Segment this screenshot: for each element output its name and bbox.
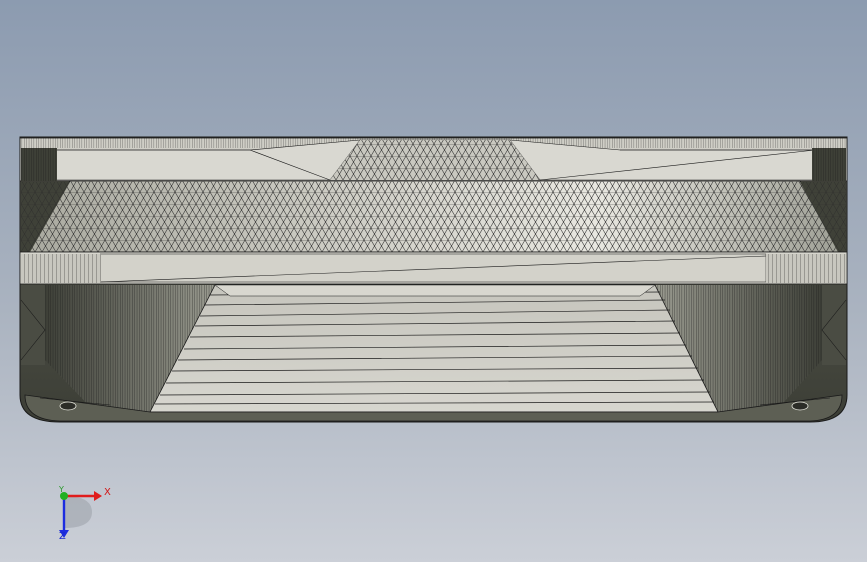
x-axis-arrow-icon bbox=[94, 491, 102, 501]
axis-triad: X Y Z bbox=[48, 482, 120, 546]
graphics-viewport[interactable]: X Y Z bbox=[0, 0, 867, 562]
x-axis-label: X bbox=[104, 487, 111, 498]
model-part-view[interactable] bbox=[0, 0, 867, 562]
y-axis-label: Y bbox=[59, 485, 64, 494]
z-axis-label: Z bbox=[59, 531, 66, 542]
